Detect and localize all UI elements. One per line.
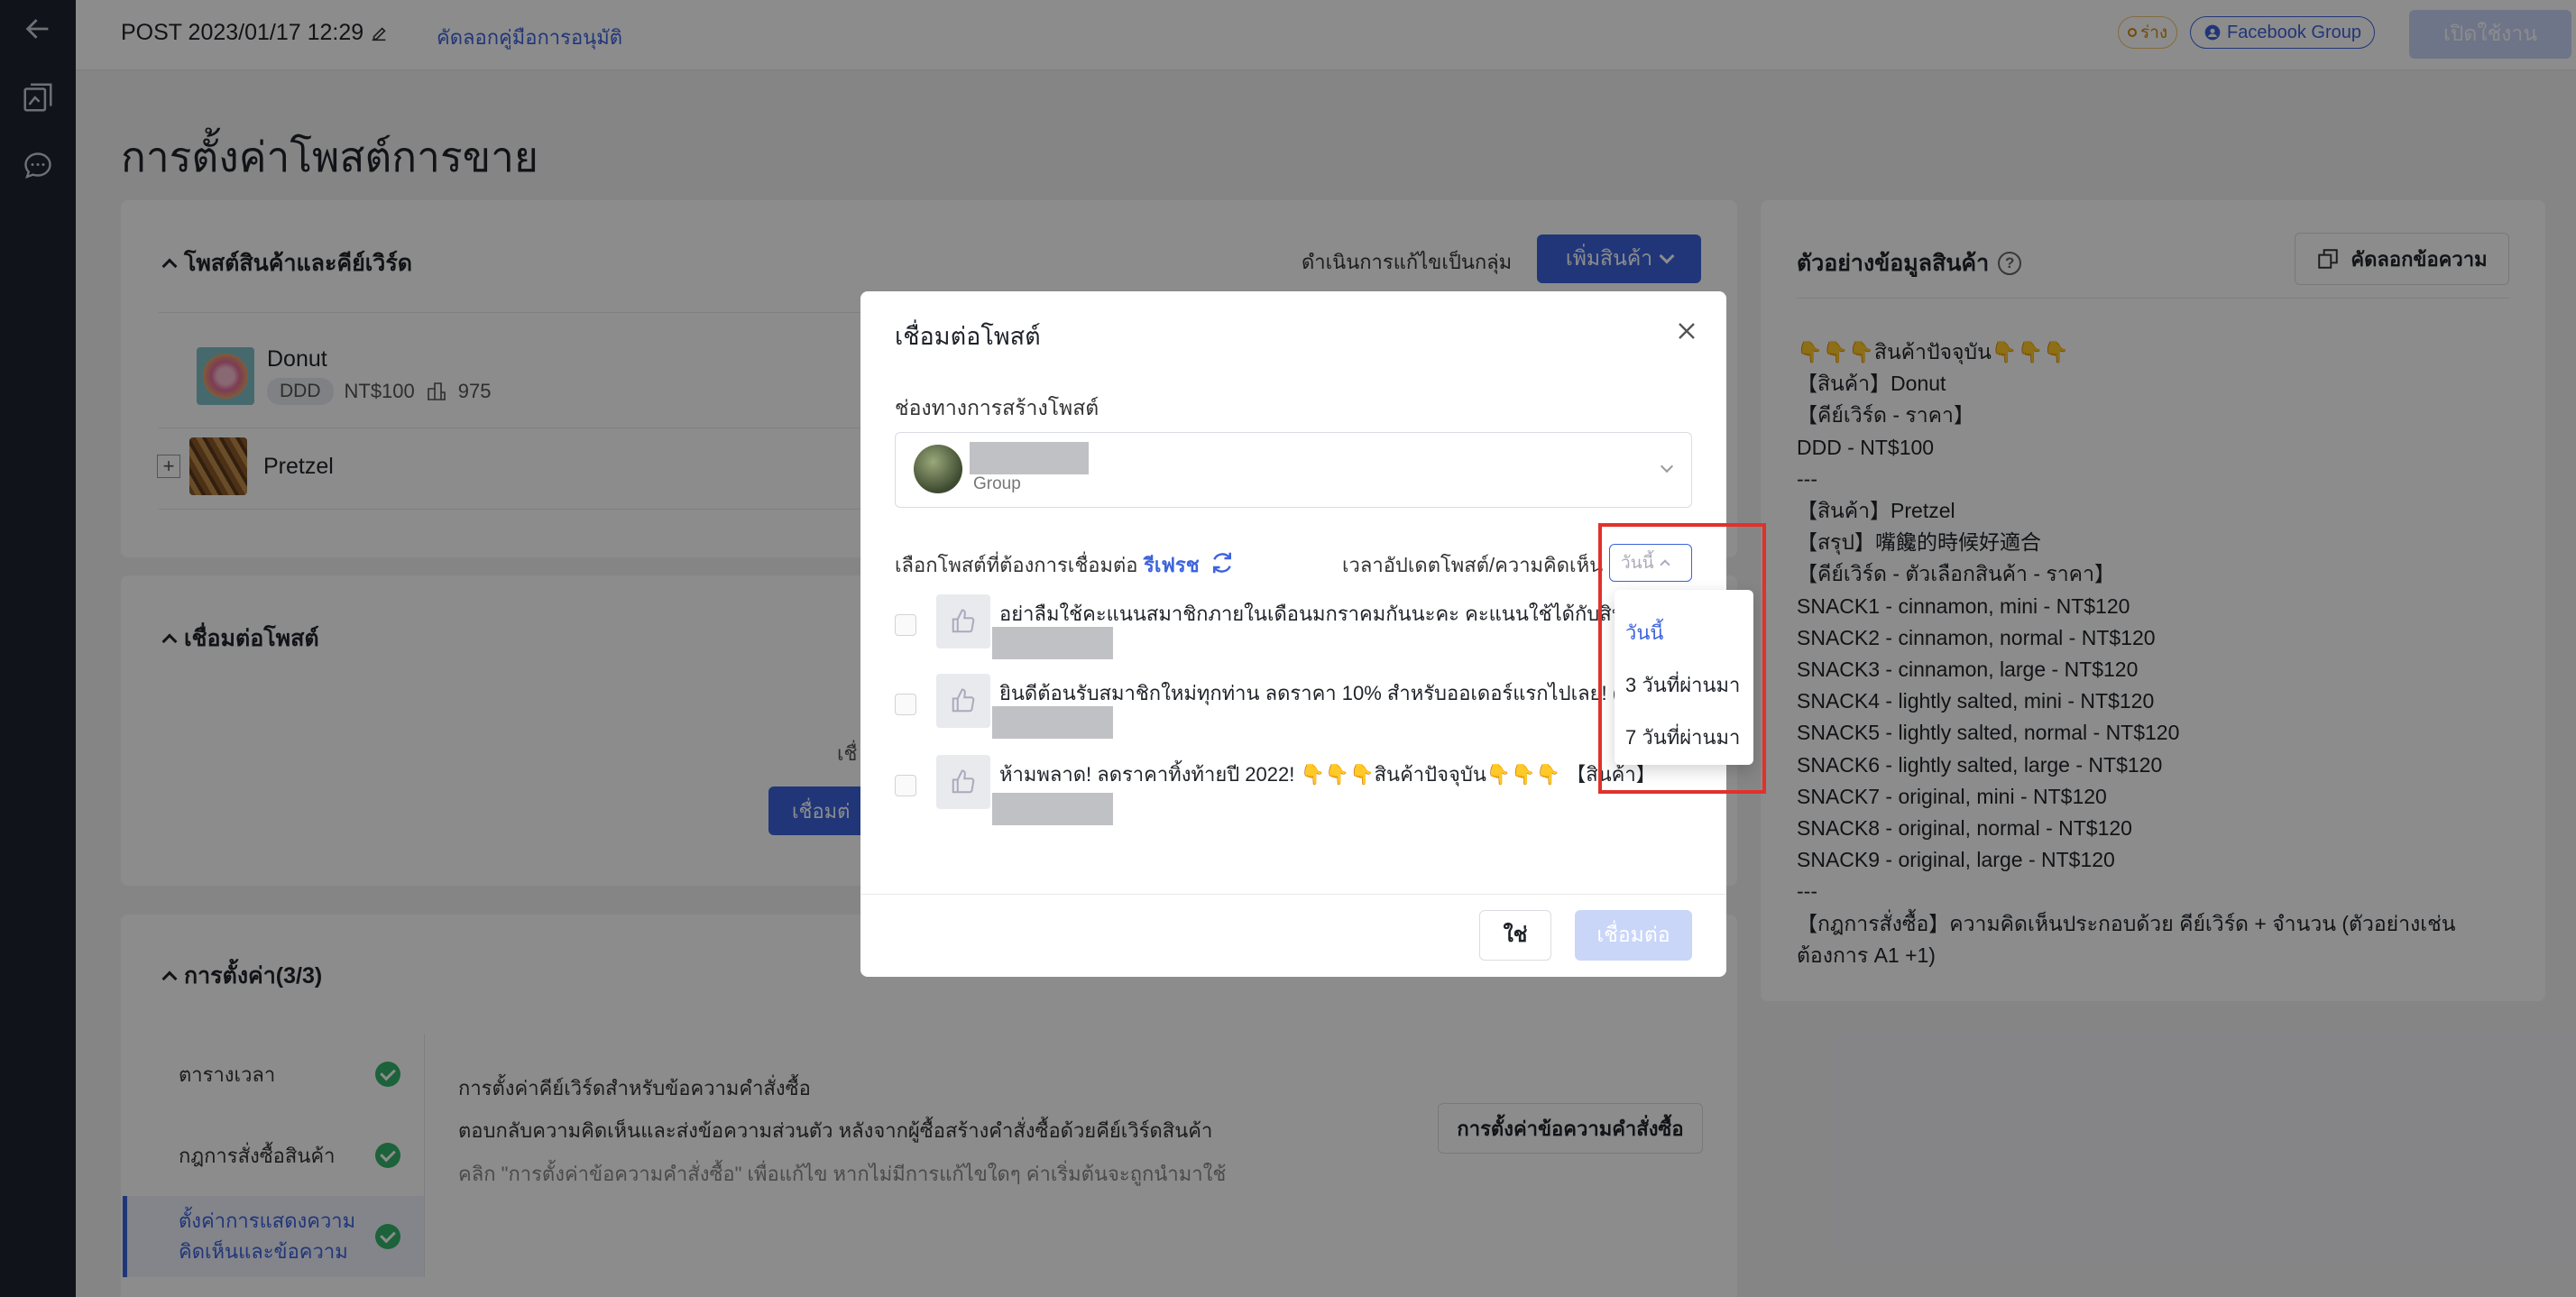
update-time-label: เวลาอัปเดตโพสต์/ความคิดเห็น <box>1342 554 1604 576</box>
connect-button[interactable]: เชื่อมต่อ <box>1575 910 1692 961</box>
refresh-icon[interactable] <box>1209 549 1236 576</box>
channel-type: Group <box>973 474 1021 493</box>
post-option[interactable]: ยินดีต้อนรับสมาชิกใหม่ทุกท่าน ลดราคา 10%… <box>895 674 1652 750</box>
channel-select[interactable]: Group <box>895 432 1692 508</box>
post-text: อย่าลืมใช้คะแนนสมาชิกภายในเดือนมกราคมกัน… <box>999 603 1649 625</box>
post-meta-redacted <box>992 627 1113 659</box>
post-text: ยินดีต้อนรับสมาชิกใหม่ทุกท่าน ลดราคา 10%… <box>999 682 1620 704</box>
yes-button[interactable]: ใช่ <box>1479 910 1551 961</box>
post-meta-redacted <box>992 793 1113 825</box>
thumbs-up-icon <box>936 674 990 728</box>
chevron-down-icon <box>1660 459 1674 474</box>
highlight-annotation-box <box>1598 523 1766 794</box>
channel-label: ช่องทางการสร้างโพสต์ <box>895 396 1099 419</box>
select-post-label: เลือกโพสต์ที่ต้องการเชื่อมต่อ <box>895 554 1138 576</box>
channel-name-redacted <box>970 442 1089 474</box>
close-icon[interactable] <box>1672 317 1701 345</box>
divider <box>860 894 1726 895</box>
thumbs-up-icon <box>936 594 990 648</box>
connect-post-modal: เชื่อมต่อโพสต์ ช่องทางการสร้างโพสต์ Grou… <box>860 291 1726 977</box>
post-checkbox[interactable] <box>895 775 916 796</box>
post-text: ห้ามพลาด! ลดราคาทิ้งท้ายปี 2022! 👇👇👇สินค… <box>999 763 1649 786</box>
refresh-link[interactable]: รีเฟรช <box>1144 549 1200 581</box>
thumbs-up-icon <box>936 755 990 809</box>
group-avatar <box>914 445 962 493</box>
post-checkbox[interactable] <box>895 614 916 636</box>
post-checkbox[interactable] <box>895 694 916 715</box>
post-meta-redacted <box>992 706 1113 739</box>
modal-title: เชื่อมต่อโพสต์ <box>895 323 1041 350</box>
post-option[interactable]: อย่าลืมใช้คะแนนสมาชิกภายในเดือนมกราคมกัน… <box>895 594 1652 670</box>
post-option[interactable]: ห้ามพลาด! ลดราคาทิ้งท้ายปี 2022! 👇👇👇สินค… <box>895 755 1652 831</box>
